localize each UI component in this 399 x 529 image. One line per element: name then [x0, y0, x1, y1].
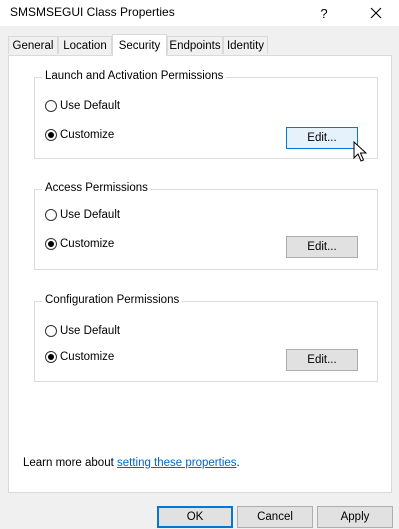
tab-strip: General Location Security Endpoints Iden…	[8, 34, 398, 56]
button-label: Apply	[340, 511, 370, 523]
tab-security[interactable]: Security	[112, 34, 167, 56]
radio-button-checked-icon	[45, 238, 57, 250]
button-label: Edit...	[307, 132, 337, 144]
tab-label: General	[12, 39, 54, 52]
radio-label: Customize	[60, 129, 115, 141]
group-legend: Configuration Permissions	[42, 294, 183, 306]
learn-more-text: Learn more about setting these propertie…	[23, 457, 240, 469]
radio-button-checked-icon	[45, 129, 57, 141]
button-label: Edit...	[307, 241, 337, 253]
title-bar: SMSMSEGUI Class Properties ?	[0, 0, 399, 26]
learn-more-suffix: .	[236, 457, 240, 469]
customize-radio[interactable]: Customize	[45, 127, 114, 143]
radio-button-icon	[45, 100, 57, 112]
tab-label: Location	[63, 39, 107, 52]
radio-label: Customize	[60, 351, 115, 363]
security-tab-panel: Launch and Activation Permissions Use De…	[8, 55, 392, 493]
tab-label: Security	[118, 39, 161, 52]
apply-button[interactable]: Apply	[317, 506, 393, 528]
tab-location[interactable]: Location	[58, 36, 112, 54]
help-button[interactable]: ?	[304, 0, 344, 26]
close-button[interactable]	[356, 0, 396, 26]
edit-configuration-permissions-button[interactable]: Edit...	[286, 349, 358, 371]
tab-label: Identity	[226, 39, 265, 52]
radio-button-icon	[45, 209, 57, 221]
button-label: OK	[186, 511, 204, 523]
button-label: Cancel	[257, 511, 293, 523]
radio-label: Use Default	[60, 209, 121, 221]
configuration-permissions-group: Configuration Permissions Use Default Cu…	[34, 294, 378, 382]
use-default-radio[interactable]: Use Default	[45, 207, 120, 223]
launch-activation-group: Launch and Activation Permissions Use De…	[34, 70, 378, 159]
radio-button-icon	[45, 325, 57, 337]
cancel-button[interactable]: Cancel	[237, 506, 313, 528]
customize-radio[interactable]: Customize	[45, 236, 114, 252]
edit-launch-permissions-button[interactable]: Edit...	[286, 127, 358, 149]
edit-access-permissions-button[interactable]: Edit...	[286, 236, 358, 258]
radio-label: Use Default	[60, 100, 121, 112]
setting-properties-link[interactable]: setting these properties	[117, 457, 237, 469]
ok-button[interactable]: OK	[157, 506, 233, 528]
group-legend: Access Permissions	[42, 182, 151, 194]
radio-button-checked-icon	[45, 351, 57, 363]
close-icon	[370, 7, 382, 19]
tab-general[interactable]: General	[8, 36, 58, 54]
radio-label: Use Default	[60, 325, 121, 337]
customize-radio[interactable]: Customize	[45, 349, 114, 365]
window-title: SMSMSEGUI Class Properties	[10, 5, 175, 19]
tab-identity[interactable]: Identity	[223, 36, 268, 54]
help-icon: ?	[320, 5, 328, 21]
radio-label: Customize	[60, 238, 115, 250]
button-label: Edit...	[307, 354, 337, 366]
access-permissions-group: Access Permissions Use Default Customize…	[34, 182, 378, 270]
group-legend: Launch and Activation Permissions	[42, 70, 227, 82]
use-default-radio[interactable]: Use Default	[45, 323, 120, 339]
tab-endpoints[interactable]: Endpoints	[167, 36, 223, 54]
use-default-radio[interactable]: Use Default	[45, 98, 120, 114]
mouse-pointer-icon	[353, 141, 367, 162]
learn-more-prefix: Learn more about	[23, 457, 117, 469]
tab-label: Endpoints	[169, 39, 221, 52]
